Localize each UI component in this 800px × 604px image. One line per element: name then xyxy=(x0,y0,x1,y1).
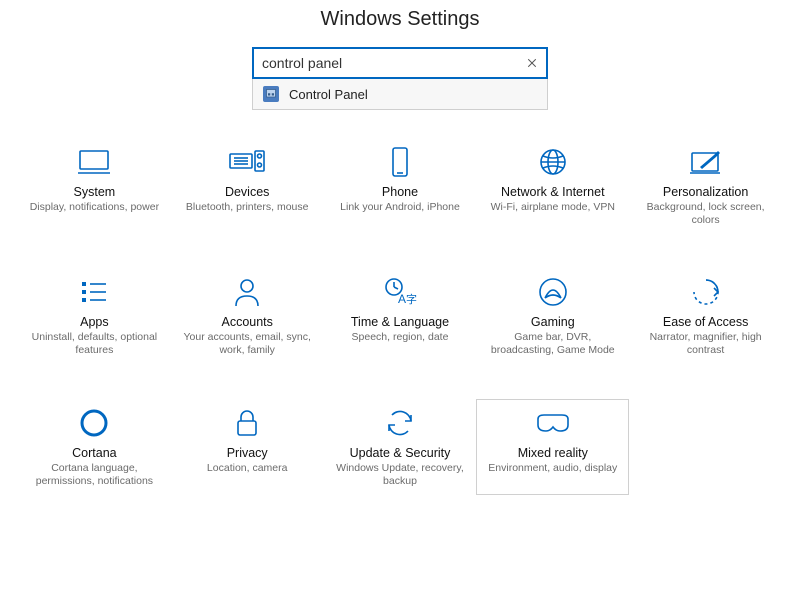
category-subtitle: Location, camera xyxy=(207,462,288,475)
category-subtitle: Windows Update, recovery, backup xyxy=(330,462,470,488)
category-title: System xyxy=(74,185,116,199)
category-subtitle: Environment, audio, display xyxy=(488,462,617,475)
category-title: Cortana xyxy=(72,446,116,460)
category-subtitle: Speech, region, date xyxy=(352,331,449,344)
system-icon xyxy=(76,145,112,179)
category-title: Accounts xyxy=(221,315,272,329)
category-title: Mixed reality xyxy=(518,446,588,460)
search-suggestions: Control Panel xyxy=(252,79,548,110)
category-cortana[interactable]: Cortana Cortana language, permissions, n… xyxy=(18,399,171,495)
apps-icon xyxy=(78,275,110,309)
cortana-icon xyxy=(78,406,110,440)
search-region: Control Panel xyxy=(252,47,548,110)
category-title: Network & Internet xyxy=(501,185,605,199)
category-gaming[interactable]: Gaming Game bar, DVR, broadcasting, Game… xyxy=(476,268,629,364)
category-title: Personalization xyxy=(663,185,748,199)
category-personalization[interactable]: Personalization Background, lock screen,… xyxy=(629,138,782,234)
category-title: Time & Language xyxy=(351,315,449,329)
page-title: Windows Settings xyxy=(0,8,800,31)
category-ease-of-access[interactable]: Ease of Access Narrator, magnifier, high… xyxy=(629,268,782,364)
network-icon xyxy=(537,145,569,179)
phone-icon xyxy=(389,145,411,179)
category-title: Gaming xyxy=(531,315,575,329)
devices-icon xyxy=(227,145,267,179)
category-title: Apps xyxy=(80,315,109,329)
category-subtitle: Game bar, DVR, broadcasting, Game Mode xyxy=(483,331,623,357)
gaming-icon xyxy=(537,275,569,309)
update-security-icon xyxy=(384,406,416,440)
accounts-icon xyxy=(232,275,262,309)
clear-search-icon[interactable] xyxy=(518,49,546,77)
category-network-internet[interactable]: Network & Internet Wi-Fi, airplane mode,… xyxy=(476,138,629,234)
categories-grid: System Display, notifications, power Dev… xyxy=(0,110,800,495)
control-panel-icon xyxy=(263,86,279,102)
category-mixed-reality[interactable]: Mixed reality Environment, audio, displa… xyxy=(476,399,629,495)
personalization-icon xyxy=(688,145,724,179)
privacy-icon xyxy=(233,406,261,440)
category-subtitle: Uninstall, defaults, optional features xyxy=(24,331,164,357)
category-update-security[interactable]: Update & Security Windows Update, recove… xyxy=(324,399,477,495)
category-system[interactable]: System Display, notifications, power xyxy=(18,138,171,234)
category-phone[interactable]: Phone Link your Android, iPhone xyxy=(324,138,477,234)
category-devices[interactable]: Devices Bluetooth, printers, mouse xyxy=(171,138,324,234)
category-subtitle: Narrator, magnifier, high contrast xyxy=(636,331,776,357)
category-subtitle: Link your Android, iPhone xyxy=(340,201,460,214)
category-accounts[interactable]: Accounts Your accounts, email, sync, wor… xyxy=(171,268,324,364)
ease-of-access-icon xyxy=(690,275,722,309)
category-subtitle: Cortana language, permissions, notificat… xyxy=(24,462,164,488)
category-subtitle: Display, notifications, power xyxy=(30,201,159,214)
suggestion-item-control-panel[interactable]: Control Panel xyxy=(253,79,547,109)
category-title: Ease of Access xyxy=(663,315,748,329)
svg-text:A: A xyxy=(398,292,406,306)
mixed-reality-icon xyxy=(534,406,572,440)
suggestion-label: Control Panel xyxy=(289,87,368,102)
category-title: Devices xyxy=(225,185,269,199)
category-privacy[interactable]: Privacy Location, camera xyxy=(171,399,324,495)
svg-text:字: 字 xyxy=(406,292,417,306)
category-subtitle: Background, lock screen, colors xyxy=(636,201,776,227)
time-language-icon: A字 xyxy=(383,275,417,309)
category-title: Update & Security xyxy=(350,446,451,460)
category-subtitle: Your accounts, email, sync, work, family xyxy=(177,331,317,357)
category-subtitle: Bluetooth, printers, mouse xyxy=(186,201,309,214)
search-box[interactable] xyxy=(252,47,548,79)
category-subtitle: Wi-Fi, airplane mode, VPN xyxy=(491,201,615,214)
category-time-language[interactable]: A字 Time & Language Speech, region, date xyxy=(324,268,477,364)
category-apps[interactable]: Apps Uninstall, defaults, optional featu… xyxy=(18,268,171,364)
search-input[interactable] xyxy=(254,49,518,77)
category-title: Phone xyxy=(382,185,418,199)
category-title: Privacy xyxy=(227,446,268,460)
